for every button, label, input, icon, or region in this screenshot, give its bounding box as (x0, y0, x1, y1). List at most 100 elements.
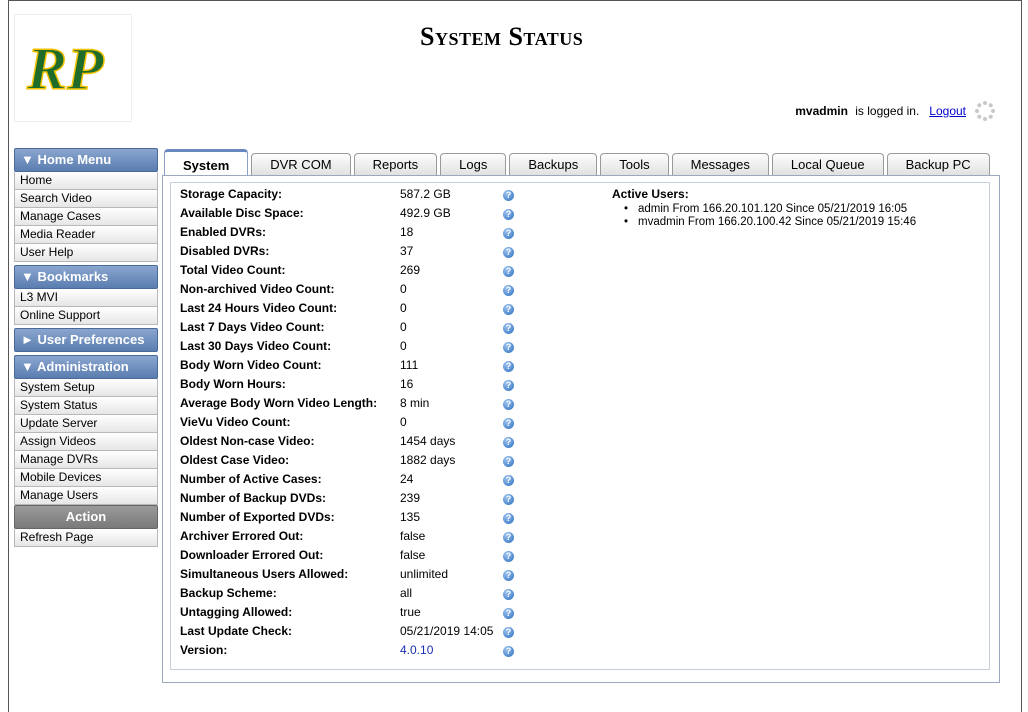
stat-value: 18 (400, 225, 414, 239)
stat-label: Total Video Count: (180, 263, 286, 277)
stat-label: Oldest Non-case Video: (180, 434, 315, 448)
stat-value: 0 (400, 320, 407, 334)
help-icon[interactable]: ? (503, 494, 514, 505)
logged-in-text: is logged in. (851, 104, 920, 118)
stat-label: Oldest Case Video: (180, 453, 290, 467)
sidebar-item-system-status[interactable]: System Status (14, 397, 158, 415)
action-header: Action (14, 505, 158, 529)
stat-label: Last 30 Days Video Count: (180, 339, 332, 353)
sidebar: ▼ Home Menu Home Search Video Manage Cas… (14, 148, 158, 547)
help-icon[interactable]: ? (503, 437, 514, 448)
tab-dvr-com[interactable]: DVR COM (251, 153, 351, 175)
help-icon[interactable]: ? (503, 627, 514, 638)
stat-label: Disabled DVRs: (180, 244, 270, 258)
stat-value: 1882 days (400, 453, 456, 467)
sidebar-item-manage-cases[interactable]: Manage Cases (14, 208, 158, 226)
help-icon[interactable]: ? (503, 475, 514, 486)
tab-logs[interactable]: Logs (440, 153, 507, 175)
stat-label: Non-archived Video Count: (180, 282, 335, 296)
username: mvadmin (795, 104, 848, 118)
sidebar-item-mobile-devices[interactable]: Mobile Devices (14, 469, 158, 487)
tab-local-queue[interactable]: Local Queue (771, 153, 884, 175)
stat-label: Number of Backup DVDs: (180, 491, 327, 505)
sidebar-item-update-server[interactable]: Update Server (14, 415, 158, 433)
sidebar-item-manage-users[interactable]: Manage Users (14, 487, 158, 505)
sidebar-item-media-reader[interactable]: Media Reader (14, 226, 158, 244)
tab-messages[interactable]: Messages (671, 153, 769, 175)
logout-link[interactable]: Logout (929, 104, 966, 118)
logo: RP (14, 14, 132, 122)
rp-logo-icon: RP (25, 35, 106, 101)
stat-value: 05/21/2019 14:05 (400, 624, 494, 638)
help-icon[interactable]: ? (503, 209, 514, 220)
stat-value: false (400, 529, 426, 543)
stat-value: 135 (400, 510, 421, 524)
stat-label: Available Disc Space: (180, 206, 304, 220)
help-icon[interactable]: ? (503, 589, 514, 600)
sidebar-item-system-setup[interactable]: System Setup (14, 379, 158, 397)
tab-tools[interactable]: Tools (600, 153, 669, 175)
help-icon[interactable]: ? (503, 608, 514, 619)
help-icon[interactable]: ? (503, 228, 514, 239)
stat-value: 0 (400, 282, 407, 296)
stat-value: 37 (400, 244, 414, 258)
help-icon[interactable]: ? (503, 646, 514, 657)
stat-label: Archiver Errored Out: (180, 529, 304, 543)
stat-label: Number of Exported DVDs: (180, 510, 335, 524)
stat-value: 111 (400, 358, 419, 372)
user-preferences-header[interactable]: ► User Preferences (14, 328, 158, 352)
stat-label: Enabled DVRs: (180, 225, 267, 239)
help-icon[interactable]: ? (503, 380, 514, 391)
login-status: mvadmin is logged in. Logout (795, 100, 996, 122)
stat-label: Simultaneous Users Allowed: (180, 567, 349, 581)
stat-label: Number of Active Cases: (180, 472, 322, 486)
sidebar-item-search-video[interactable]: Search Video (14, 190, 158, 208)
stat-value: 24 (400, 472, 414, 486)
help-icon[interactable]: ? (503, 513, 514, 524)
help-icon[interactable]: ? (503, 190, 514, 201)
help-icon[interactable]: ? (503, 456, 514, 467)
sidebar-item-l3-mvi[interactable]: L3 MVI (14, 289, 158, 307)
help-icon[interactable]: ? (503, 418, 514, 429)
sidebar-item-refresh-page[interactable]: Refresh Page (14, 529, 158, 547)
stat-value: unlimited (400, 567, 449, 581)
stat-label: Last 24 Hours Video Count: (180, 301, 338, 315)
active-user-item: admin From 166.20.101.120 Since 05/21/20… (624, 203, 916, 216)
help-icon[interactable]: ? (503, 532, 514, 543)
help-icon[interactable]: ? (503, 323, 514, 334)
sidebar-item-home[interactable]: Home (14, 172, 158, 190)
stat-value: 492.9 GB (400, 206, 451, 220)
active-users-list: admin From 166.20.101.120 Since 05/21/20… (612, 203, 916, 229)
stat-value: 1454 days (400, 434, 456, 448)
sidebar-item-user-help[interactable]: User Help (14, 244, 158, 262)
help-icon[interactable]: ? (503, 399, 514, 410)
help-icon[interactable]: ? (503, 551, 514, 562)
tab-system[interactable]: System (164, 149, 249, 175)
sidebar-item-manage-dvrs[interactable]: Manage DVRs (14, 451, 158, 469)
tab-backup-pc[interactable]: Backup PC (886, 153, 990, 175)
help-icon[interactable]: ? (503, 361, 514, 372)
active-user-item: mvadmin From 166.20.100.42 Since 05/21/2… (624, 216, 916, 229)
stat-value: 4.0.10 (400, 643, 434, 657)
tab-reports[interactable]: Reports (353, 153, 438, 175)
tab-backups[interactable]: Backups (509, 153, 598, 175)
bookmarks-header[interactable]: ▼ Bookmarks (14, 265, 158, 289)
help-icon[interactable]: ? (503, 570, 514, 581)
stat-label: Average Body Worn Video Length: (180, 396, 378, 410)
home-menu-header[interactable]: ▼ Home Menu (14, 148, 158, 172)
help-icon[interactable]: ? (503, 266, 514, 277)
help-icon[interactable]: ? (503, 304, 514, 315)
help-icon[interactable]: ? (503, 285, 514, 296)
stat-value: 0 (400, 339, 407, 353)
administration-header[interactable]: ▼ Administration (14, 355, 158, 379)
stat-value: all (400, 586, 413, 600)
content-box (170, 182, 990, 670)
logo-text: RP (26, 36, 105, 101)
sidebar-item-assign-videos[interactable]: Assign Videos (14, 433, 158, 451)
sidebar-item-online-support[interactable]: Online Support (14, 307, 158, 325)
stat-label: Body Worn Video Count: (180, 358, 322, 372)
stat-label: Last Update Check: (180, 624, 293, 638)
stat-label: Backup Scheme: (180, 586, 277, 600)
help-icon[interactable]: ? (503, 247, 514, 258)
help-icon[interactable]: ? (503, 342, 514, 353)
